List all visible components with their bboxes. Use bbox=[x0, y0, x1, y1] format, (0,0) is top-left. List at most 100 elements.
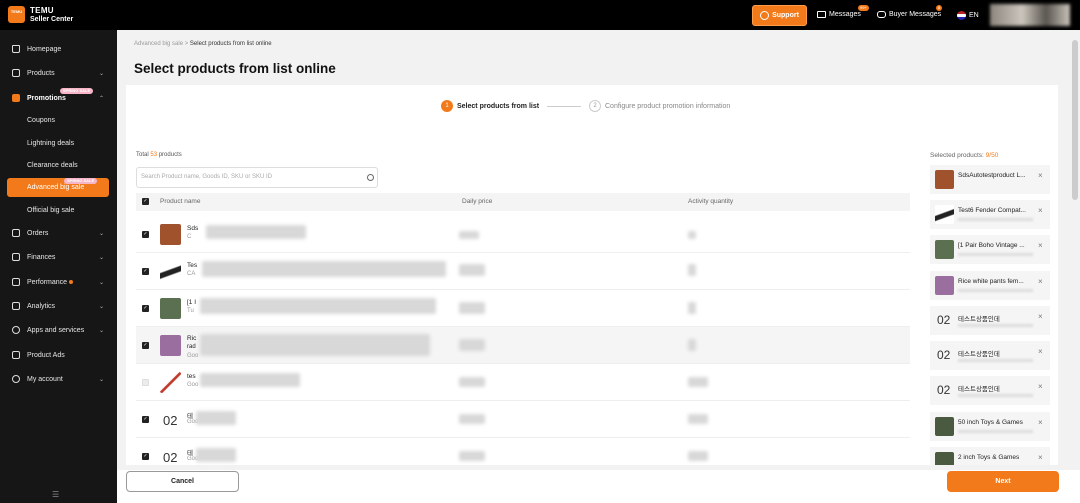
search-icon[interactable] bbox=[367, 174, 374, 181]
selected-name: Rice white pants fem... bbox=[958, 278, 1024, 285]
sidebar-item-performance[interactable]: Performance ⌄ bbox=[0, 272, 117, 292]
sidebar-label: Analytics bbox=[27, 302, 56, 310]
activity-quantity bbox=[688, 264, 696, 276]
promotion-icon bbox=[12, 94, 20, 102]
sidebar-label: Advanced big sale bbox=[27, 184, 85, 191]
row-checkbox[interactable]: ✓ bbox=[142, 453, 149, 460]
selected-products-header: Selected products: 9/50 bbox=[930, 152, 998, 159]
top-bar: TEMU TEMU Seller Center Support Messages… bbox=[0, 0, 1080, 30]
chevron-down-icon: ⌄ bbox=[99, 70, 105, 77]
brand-subtitle: Seller Center bbox=[30, 16, 74, 23]
table-header: ✓ Product name Daily price Activity quan… bbox=[136, 193, 910, 211]
product-name: Sds bbox=[187, 225, 199, 232]
sidebar-label: Orders bbox=[27, 229, 49, 237]
redacted-text bbox=[202, 261, 446, 277]
support-button[interactable]: Support bbox=[752, 5, 807, 26]
sidebar-item-clearance-deals[interactable]: Clearance deals bbox=[27, 162, 78, 169]
row-checkbox[interactable]: ✓ bbox=[142, 305, 149, 312]
step-1-number: 1 bbox=[441, 100, 453, 112]
page-scrollbar[interactable] bbox=[1072, 40, 1078, 200]
selected-name: 테스트상품인데 bbox=[958, 351, 1000, 358]
sidebar-item-products[interactable]: Products ⌄ bbox=[0, 63, 117, 83]
selected-count: 9/50 bbox=[985, 152, 999, 159]
remove-icon[interactable]: × bbox=[1038, 277, 1043, 286]
selected-thumbnail bbox=[935, 205, 954, 224]
row-checkbox[interactable]: ✓ bbox=[142, 268, 149, 275]
buyer-messages-label: Buyer Messages bbox=[889, 11, 942, 18]
row-checkbox[interactable]: ✓ bbox=[142, 416, 149, 423]
product-thumbnail bbox=[160, 261, 181, 282]
table-row[interactable]: ✓ 02 테 Goo bbox=[136, 401, 910, 438]
remove-icon[interactable]: × bbox=[1038, 453, 1043, 462]
selected-item: Test6 Fender Compat... × bbox=[930, 200, 1050, 229]
remove-icon[interactable]: × bbox=[1038, 312, 1043, 321]
sidebar-item-coupons[interactable]: Coupons bbox=[27, 117, 55, 124]
redacted-text bbox=[958, 359, 1033, 362]
table-row[interactable]: ✓ Tes CA bbox=[136, 253, 910, 290]
remove-icon[interactable]: × bbox=[1038, 241, 1043, 250]
product-placeholder-thumbnail: 02 bbox=[163, 413, 178, 428]
sidebar-item-product-ads[interactable]: Product Ads bbox=[0, 345, 117, 365]
table-row[interactable]: ✓ Ric rad Goo bbox=[136, 327, 910, 364]
sidebar-item-lightning-deals[interactable]: Lightning deals bbox=[27, 140, 74, 147]
product-name: [1 I bbox=[187, 299, 197, 306]
product-placeholder-thumbnail: 02 bbox=[163, 450, 178, 465]
sidebar-item-homepage[interactable]: Homepage bbox=[0, 39, 117, 59]
sidebar-item-orders[interactable]: Orders ⌄ bbox=[0, 223, 117, 243]
daily-price bbox=[459, 231, 479, 239]
table-row[interactable]: ✓ [1 I Tu bbox=[136, 290, 910, 327]
sidebar-label: My account bbox=[27, 375, 63, 383]
account-avatar[interactable] bbox=[990, 4, 1070, 26]
redacted-text bbox=[958, 324, 1033, 327]
sidebar-item-apps-and-services[interactable]: Apps and services ⌄ bbox=[0, 320, 117, 340]
total-products: Total 53 products bbox=[136, 152, 182, 158]
next-button[interactable]: Next bbox=[947, 471, 1059, 492]
language-selector[interactable]: EN bbox=[957, 11, 979, 20]
search-input[interactable]: Search Product name, Goods ID, SKU or SK… bbox=[136, 167, 378, 188]
buyer-messages-button[interactable]: Buyer Messages bbox=[877, 11, 941, 18]
selected-item: [1 Pair Boho Vintage ... × bbox=[930, 235, 1050, 264]
step-2-number: 2 bbox=[589, 100, 601, 112]
selected-thumbnail bbox=[935, 240, 954, 259]
daily-price bbox=[459, 339, 485, 351]
sidebar-label: Promotions bbox=[27, 94, 66, 102]
redacted-text bbox=[958, 289, 1033, 292]
selected-placeholder-thumbnail: 02 bbox=[937, 348, 951, 362]
step-1-label: Select products from list bbox=[457, 102, 540, 110]
breadcrumb-current: Select products from list online bbox=[189, 41, 272, 47]
total-prefix: Total bbox=[136, 152, 149, 158]
selected-name: 50 inch Toys & Games bbox=[958, 419, 1023, 426]
remove-icon[interactable]: × bbox=[1038, 347, 1043, 356]
remove-icon[interactable]: × bbox=[1038, 382, 1043, 391]
sidebar-item-promotions[interactable]: Promotions ⌃ bbox=[0, 88, 117, 108]
finance-icon bbox=[12, 253, 20, 261]
remove-icon[interactable]: × bbox=[1038, 418, 1043, 427]
breadcrumb-parent-link[interactable]: Advanced big sale bbox=[134, 41, 183, 47]
sidebar-item-analytics[interactable]: Analytics ⌄ bbox=[0, 296, 117, 316]
step-1: 1 Select products from list bbox=[441, 100, 539, 112]
selected-name: [1 Pair Boho Vintage ... bbox=[958, 242, 1025, 249]
sidebar-item-finances[interactable]: Finances ⌄ bbox=[0, 247, 117, 267]
step-connector bbox=[547, 106, 581, 107]
ads-icon bbox=[12, 351, 20, 359]
menu-collapse-icon[interactable]: ☰ bbox=[52, 490, 59, 499]
language-label: EN bbox=[969, 12, 979, 19]
sidebar-item-official-big-sale[interactable]: Official big sale bbox=[27, 207, 74, 214]
cancel-button[interactable]: Cancel bbox=[126, 471, 239, 492]
select-all-checkbox[interactable]: ✓ bbox=[142, 198, 149, 205]
remove-icon[interactable]: × bbox=[1038, 171, 1043, 180]
temu-logo[interactable]: TEMU bbox=[8, 6, 25, 23]
brand-title: TEMU bbox=[30, 6, 54, 15]
daily-price bbox=[459, 414, 485, 424]
remove-icon[interactable]: × bbox=[1038, 206, 1043, 215]
selected-placeholder-thumbnail: 02 bbox=[937, 313, 951, 327]
sidebar-item-my-account[interactable]: My account ⌄ bbox=[0, 369, 117, 389]
messages-button[interactable]: Messages bbox=[817, 11, 861, 18]
analytics-icon bbox=[12, 302, 20, 310]
redacted-text bbox=[206, 225, 306, 239]
table-row[interactable]: ✓ 02 테 Goo bbox=[136, 438, 910, 465]
table-row[interactable]: ✓ Sds C bbox=[136, 216, 910, 253]
row-checkbox[interactable]: ✓ bbox=[142, 231, 149, 238]
redacted-text bbox=[958, 218, 1033, 221]
row-checkbox[interactable]: ✓ bbox=[142, 342, 149, 349]
